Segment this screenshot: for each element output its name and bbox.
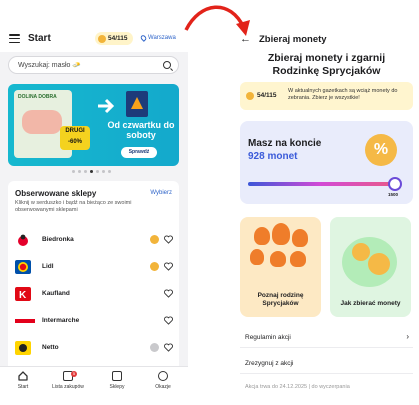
watched-stores-title: Obserwowane sklepy — [15, 189, 97, 198]
tag-icon — [158, 371, 168, 381]
store-name: Netto — [42, 344, 59, 351]
intermarche-logo — [15, 314, 35, 328]
tab-label: Sklepy — [109, 384, 125, 390]
biedronka-logo — [15, 233, 31, 247]
fox-character — [250, 249, 264, 265]
tab-label: Lista zakupów — [52, 384, 84, 390]
search-icon[interactable] — [163, 61, 171, 69]
tab-start[interactable]: Start — [3, 371, 43, 390]
choose-stores-link[interactable]: Wybierz — [150, 190, 172, 196]
heart-icon[interactable] — [164, 262, 173, 271]
heart-icon[interactable] — [164, 235, 173, 244]
fox-character — [254, 227, 270, 245]
heart-icon[interactable] — [164, 316, 173, 325]
search-input[interactable]: Wyszukaj: masło 🧈 — [8, 56, 179, 74]
chevron-right-icon: › — [406, 332, 409, 341]
coin-icon — [150, 235, 159, 244]
fox-character — [292, 229, 308, 247]
coin-count: 54/115 — [257, 92, 277, 99]
coins-screen: ← Zbieraj monety Zbieraj monety i zgarni… — [234, 0, 419, 405]
footer-note: Akcja trwa do 24.12.2025 | do wyczerpani… — [245, 384, 350, 390]
rules-link-label: Regulamin akcji — [245, 334, 291, 341]
location-label: Warszawa — [148, 35, 176, 41]
rules-link[interactable]: Regulamin akcji › — [240, 328, 413, 348]
curved-arrow-icon — [184, 5, 250, 36]
tab-label: Start — [17, 384, 29, 390]
family-card[interactable]: Poznaj rodzinę Sprycjaków — [240, 217, 321, 317]
fox-character — [270, 251, 286, 267]
store-row[interactable]: Netto — [15, 337, 173, 359]
discount-badge-top: DRUGI — [65, 128, 85, 134]
location-selector[interactable]: Warszawa — [139, 34, 176, 42]
search-placeholder: Wyszukaj: masło 🧈 — [18, 62, 82, 69]
page-title: Zbieraj monety — [259, 34, 327, 45]
store-name: Intermarche — [42, 317, 80, 324]
bottom-tab-bar: Start 5 Lista zakupów Sklepy Okazje — [0, 366, 188, 405]
screenshot-stage: Start 54/115 Warszawa Wyszukaj: masło 🧈 … — [0, 0, 419, 405]
percent-coin-icon: % — [365, 134, 397, 166]
location-pin-icon — [139, 34, 148, 42]
kaufland-logo: K — [15, 287, 31, 301]
wallet-title: Masz na koncie — [248, 138, 322, 149]
progress-goal-label: 1500 — [388, 192, 399, 197]
svg-text:K: K — [19, 290, 27, 301]
banner-check-button[interactable]: Sprawdź — [121, 147, 157, 158]
how-to-collect-card[interactable]: Jak zbierać monety — [330, 217, 411, 317]
store-row[interactable]: Lidl — [15, 256, 173, 278]
netto-logo — [15, 341, 31, 355]
resign-link[interactable]: Zrezygnuj z akcji — [240, 354, 413, 374]
discount-badge-value: -60% — [67, 139, 82, 145]
promo-banner[interactable]: DOLINA DOBRA DRUGI -60% Od czwartku do s… — [8, 84, 179, 166]
store-name: Biedronka — [42, 236, 74, 243]
store-row[interactable]: Biedronka — [15, 229, 173, 251]
coin-count: 54/115 — [108, 35, 128, 42]
coin-icon — [352, 243, 370, 261]
home-screen: Start 54/115 Warszawa Wyszukaj: masło 🧈 … — [0, 0, 188, 405]
lidl-logo — [15, 260, 31, 274]
store-row[interactable]: K Kaufland — [15, 283, 173, 305]
watched-stores-card: Obserwowane sklepy Wybierz Kliknij w ser… — [8, 181, 179, 371]
store-icon — [112, 371, 122, 381]
coin-counter[interactable]: 54/115 — [95, 32, 133, 45]
menu-icon[interactable] — [9, 34, 20, 44]
coins-headline: Zbieraj monety i zgarnij Rodzinkę Sprycj… — [267, 52, 386, 77]
fox-character — [272, 223, 290, 245]
arrow-right-icon — [98, 98, 115, 114]
tab-label: Okazje — [155, 384, 171, 390]
aldi-logo — [126, 91, 148, 117]
discount-badge: DRUGI -60% — [60, 126, 90, 150]
resign-link-label: Zrezygnuj z akcji — [245, 360, 294, 367]
product-image — [22, 110, 62, 134]
progress-goal-marker — [388, 177, 402, 191]
coins-info-box: 54/115 W aktualnych gazetkach są wciąż m… — [240, 82, 413, 110]
heart-icon[interactable] — [164, 289, 173, 298]
how-to-collect-label: Jak zbierać monety — [340, 300, 401, 307]
coins-info-text: W aktualnych gazetkach są wciąż monety d… — [288, 88, 398, 101]
fox-character — [290, 251, 306, 267]
banner-headline: Od czwartku do soboty — [107, 120, 175, 140]
store-row[interactable]: Intermarche — [15, 310, 173, 332]
home-header: Start 54/115 Warszawa — [0, 0, 188, 52]
home-icon — [18, 371, 28, 381]
wallet-progress-bar — [248, 182, 392, 186]
tab-deals[interactable]: Okazje — [143, 371, 183, 390]
wallet-card: Masz na koncie 928 monet % 1500 — [240, 121, 413, 204]
store-name: Lidl — [42, 263, 54, 270]
coin-icon — [150, 262, 159, 271]
heart-icon[interactable] — [164, 343, 173, 352]
tab-shopping-list[interactable]: 5 Lista zakupów — [48, 371, 88, 390]
watched-stores-subtitle: Kliknij w serduszko i bądź na bieżąco ze… — [15, 200, 132, 213]
product-brand: DOLINA DOBRA — [18, 94, 57, 100]
store-name: Kaufland — [42, 290, 70, 297]
coin-icon — [150, 343, 159, 352]
coin-icon — [98, 34, 106, 43]
coin-icon — [368, 253, 390, 275]
list-badge: 5 — [71, 371, 77, 377]
coin-icon — [246, 92, 254, 100]
family-card-label: Poznaj rodzinę Sprycjaków — [257, 292, 304, 307]
tab-stores[interactable]: Sklepy — [97, 371, 137, 390]
carousel-dots[interactable] — [72, 170, 111, 173]
wallet-value: 928 monet — [248, 151, 298, 162]
page-title: Start — [28, 33, 51, 44]
